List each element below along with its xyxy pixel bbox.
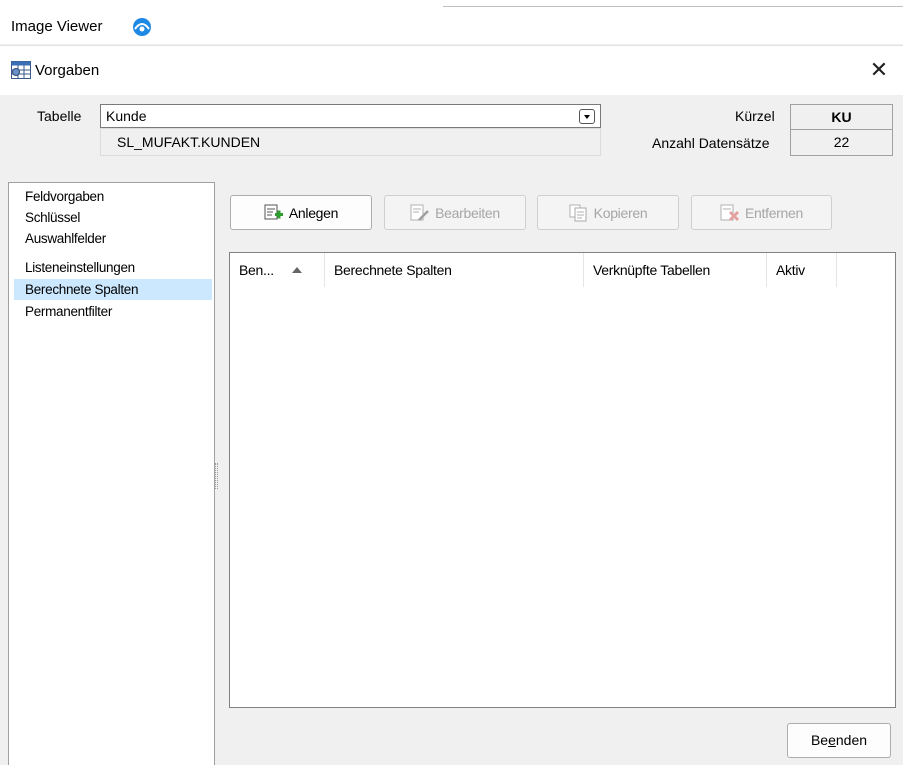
dropdown-arrow-icon[interactable] xyxy=(579,109,595,124)
kopieren-label: Kopieren xyxy=(593,204,648,221)
beenden-button[interactable]: Beenden xyxy=(787,723,891,758)
bearbeiten-label: Bearbeiten xyxy=(435,204,500,221)
sort-ascending-icon xyxy=(291,267,302,273)
dialog-title-bar: Vorgaben ✕ xyxy=(0,45,903,95)
anlegen-button[interactable]: Anlegen xyxy=(230,195,372,230)
table-name-value: SL_MUFAKT.KUNDEN xyxy=(117,134,261,150)
tabelle-label: Tabelle xyxy=(37,108,82,124)
dialog-title: Vorgaben xyxy=(35,62,100,79)
tabelle-select[interactable]: Kunde xyxy=(100,104,601,128)
settings-nav-list: Feldvorgaben Schlüssel Auswahlfelder Lis… xyxy=(8,182,215,765)
splitter-handle[interactable] xyxy=(215,463,218,489)
entfernen-button[interactable]: Entfernen xyxy=(691,195,832,230)
calculated-columns-list[interactable]: Ben... Berechnete Spalten Verknüpfte Tab… xyxy=(229,252,896,708)
edit-document-icon xyxy=(410,204,430,221)
nav-item-listeneinstellungen[interactable]: Listeneinstellungen xyxy=(14,257,212,278)
column-header-aktiv[interactable]: Aktiv xyxy=(767,253,837,287)
bearbeiten-button[interactable]: Bearbeiten xyxy=(384,195,526,230)
anzahl-datensaetze-label: Anzahl Datensätze xyxy=(652,135,770,151)
nav-item-permanentfilter[interactable]: Permanentfilter xyxy=(14,301,212,322)
column-header-bezeichnung[interactable]: Ben... xyxy=(230,253,325,287)
nav-item-feldvorgaben[interactable]: Feldvorgaben xyxy=(14,186,212,207)
kuerzel-value: KU xyxy=(790,104,893,130)
top-divider xyxy=(443,6,903,7)
copy-icon xyxy=(569,204,587,221)
anzahl-datensaetze-value: 22 xyxy=(790,129,893,156)
grid-settings-icon xyxy=(11,61,31,82)
column-header-berechnete-spalten[interactable]: Berechnete Spalten xyxy=(325,253,584,287)
nav-item-schluessel[interactable]: Schlüssel xyxy=(14,207,212,228)
column-header-bezeichnung-label: Ben... xyxy=(239,262,274,278)
anlegen-label: Anlegen xyxy=(288,204,339,221)
entfernen-label: Entfernen xyxy=(744,204,803,221)
beenden-label-start: Be xyxy=(810,732,829,748)
nav-item-auswahlfelder[interactable]: Auswahlfelder xyxy=(14,228,212,249)
beenden-mnemonic: e xyxy=(828,732,836,748)
tabelle-select-value: Kunde xyxy=(106,108,147,124)
add-document-icon xyxy=(264,204,283,219)
kopieren-button[interactable]: Kopieren xyxy=(537,195,679,230)
app-title: Image Viewer xyxy=(11,18,103,35)
nav-item-berechnete-spalten[interactable]: Berechnete Spalten xyxy=(14,279,212,300)
close-button[interactable]: ✕ xyxy=(862,55,896,87)
table-name-field: SL_MUFAKT.KUNDEN xyxy=(100,128,601,156)
delete-document-icon xyxy=(720,204,740,221)
kuerzel-label: Kürzel xyxy=(735,108,775,124)
viewer-badge-icon[interactable] xyxy=(132,17,152,40)
column-header-verknuepfte-tabellen[interactable]: Verknüpfte Tabellen xyxy=(584,253,767,287)
beenden-label-end: nden xyxy=(835,732,868,748)
